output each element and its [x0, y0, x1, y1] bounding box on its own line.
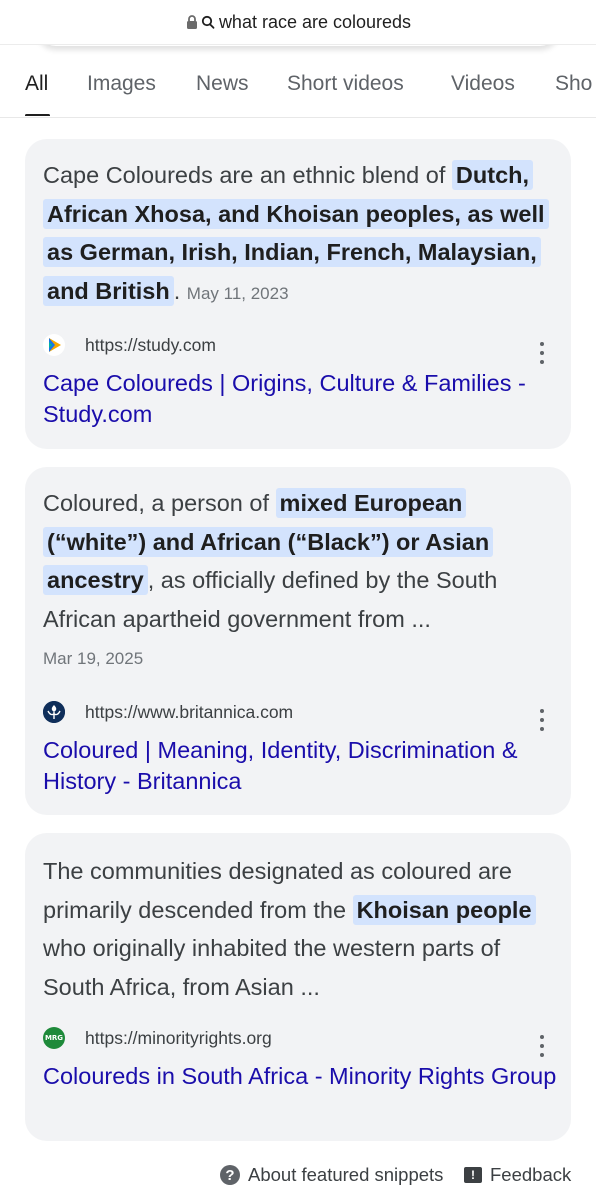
featured-snippet-text: The communities designated as coloured a… — [43, 852, 553, 1006]
feedback-label: Feedback — [490, 1164, 572, 1185]
result-card: Coloured, a person of mixed European (“w… — [25, 467, 571, 815]
feedback-link[interactable]: ! Feedback — [464, 1164, 571, 1186]
result-source[interactable]: https://study.com — [43, 332, 553, 358]
result-title-link[interactable]: Coloured | Meaning, Identity, Discrimina… — [43, 735, 558, 797]
result-source[interactable]: https://www.britannica.com — [43, 699, 553, 725]
tab-images[interactable]: Images — [87, 72, 156, 96]
featured-snippet-text: Cape Coloureds are an ethnic blend of Du… — [43, 156, 553, 313]
snippet-text: who originally inhabited the western par… — [43, 935, 501, 1000]
tab-all[interactable]: All — [25, 72, 48, 96]
result-card: Cape Coloureds are an ethnic blend of Du… — [25, 139, 571, 449]
tab-short-videos[interactable]: Short videos — [287, 72, 404, 96]
mrg-icon: MRG — [43, 1027, 65, 1049]
result-source[interactable]: MRG https://minorityrights.org — [43, 1025, 553, 1051]
featured-snippet-text: Coloured, a person of mixed European (“w… — [43, 484, 553, 638]
help-icon: ? — [220, 1165, 240, 1185]
source-url: https://www.britannica.com — [85, 701, 294, 722]
britannica-thistle-icon — [43, 701, 65, 723]
result-title-link[interactable]: Cape Coloureds | Origins, Culture & Fami… — [43, 368, 558, 430]
more-options-icon[interactable] — [539, 1035, 545, 1057]
search-query: what race are coloureds — [218, 11, 412, 32]
study-com-icon — [43, 334, 65, 356]
more-options-icon[interactable] — [539, 342, 545, 364]
search-icon — [201, 15, 215, 29]
mrg-logo-text: MRG — [44, 1034, 64, 1042]
search-tabs: All Images News Short videos Videos Sho — [0, 60, 596, 116]
about-label: About featured snippets — [248, 1164, 444, 1185]
tab-shopping[interactable]: Sho — [555, 72, 592, 96]
source-url: https://minorityrights.org — [85, 1027, 272, 1048]
snippet-footer: ? About featured snippets ! Feedback — [0, 1164, 596, 1194]
snippet-highlight: Khoisan people — [352, 894, 536, 925]
address-bar[interactable]: what race are coloureds — [0, 0, 596, 44]
divider — [0, 44, 596, 45]
tab-videos[interactable]: Videos — [451, 72, 515, 96]
lock-icon — [186, 15, 197, 29]
result-card: The communities designated as coloured a… — [25, 833, 571, 1141]
about-featured-snippets-link[interactable]: ? About featured snippets — [220, 1164, 443, 1186]
active-tab-indicator — [25, 114, 50, 116]
snippet-text: Cape Coloureds are an ethnic blend of — [43, 162, 446, 188]
tab-news[interactable]: News — [196, 72, 249, 96]
source-url: https://study.com — [85, 334, 216, 355]
more-options-icon[interactable] — [539, 709, 545, 731]
snippet-text: Coloured, a person of — [43, 490, 270, 516]
divider — [0, 117, 596, 118]
snippet-text: . — [173, 277, 181, 304]
result-title-link[interactable]: Coloureds in South Africa - Minority Rig… — [43, 1061, 558, 1092]
feedback-icon: ! — [464, 1167, 482, 1183]
result-date: Mar 19, 2025 — [43, 649, 144, 668]
result-date: May 11, 2023 — [186, 283, 289, 303]
